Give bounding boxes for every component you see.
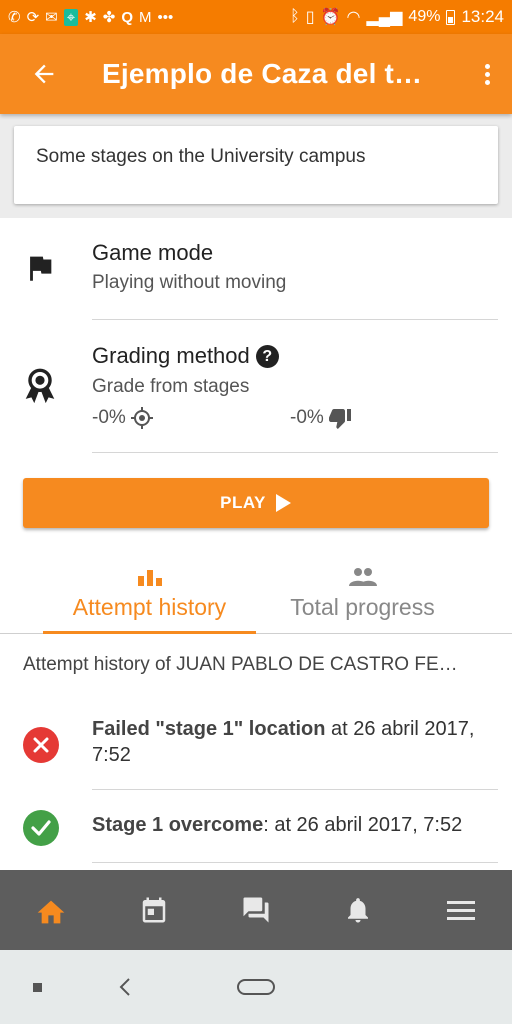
tab-total-progress-label: Total progress	[290, 594, 435, 620]
history-item-title: Stage 1 overcome	[92, 814, 264, 836]
error-icon	[23, 727, 59, 763]
system-back-icon	[119, 978, 130, 996]
back-button[interactable]	[14, 34, 74, 114]
history-header: Attempt history of JUAN PABLO DE CASTRO …	[23, 654, 458, 675]
system-back-button[interactable]	[108, 950, 142, 1024]
fan-icon: ✤	[102, 9, 116, 26]
flag-icon	[22, 250, 58, 286]
people-icon	[348, 568, 377, 586]
fail-penalty: -0%	[290, 406, 352, 430]
recents-button[interactable]	[20, 950, 54, 1024]
active-tab-indicator	[43, 631, 256, 634]
arrow-back-icon	[34, 64, 54, 84]
clock: 13:24	[461, 7, 504, 26]
calendar-icon	[142, 897, 165, 923]
gmail-icon: M	[139, 8, 152, 26]
tasks-icon: ✱	[84, 9, 97, 26]
thumb-down-icon	[328, 409, 351, 429]
history-item: Stage 1 overcome: at 26 abril 2017, 7:52	[0, 790, 512, 864]
battery-percent: 49%	[408, 8, 441, 25]
grading-method-row: Grading method? Grade from stages -0% -0…	[0, 320, 512, 454]
system-home-button[interactable]	[232, 950, 280, 1024]
status-bar: ✆ ⟳ ✉ ⌖ ✱ ✤ Q M ••• ᛒ ▯ ⏰ ◠ ▂▄▆ 49% 13:2…	[0, 0, 512, 34]
wifi-icon: ◠	[346, 9, 361, 26]
grading-method-value: Grade from stages	[92, 376, 250, 397]
divider	[92, 452, 498, 453]
app-bar: Ejemplo de Caza del t…	[0, 34, 512, 114]
overflow-menu-button[interactable]	[462, 34, 512, 114]
notifications-icon	[348, 898, 369, 923]
more-notifications-icon: •••	[157, 8, 174, 26]
nav-home[interactable]	[0, 870, 102, 950]
notification-icons: ✆ ⟳ ✉ ⌖ ✱ ✤ Q M •••	[8, 8, 290, 26]
quora-icon: Q	[121, 8, 134, 26]
game-mode-value: Playing without moving	[92, 272, 287, 293]
history-item-detail: : at 26 abril 2017, 7:52	[263, 814, 463, 836]
fail-penalty-value: -0%	[290, 407, 324, 428]
divider	[92, 862, 498, 863]
home-icon	[37, 900, 65, 924]
grading-title-row: Grading method?	[92, 343, 279, 369]
battery-icon	[446, 9, 456, 25]
help-icon[interactable]: ?	[255, 345, 279, 368]
check-icon	[23, 810, 59, 846]
play-button-label: PLAY	[220, 493, 266, 512]
location-penalty: -0%	[92, 406, 154, 430]
location-app-icon: ⌖	[63, 8, 79, 26]
alarm-icon: ⏰	[320, 9, 341, 26]
game-mode-row: Game mode Playing without moving	[0, 218, 512, 320]
play-icon	[275, 494, 291, 512]
system-navigation-bar	[0, 950, 512, 1024]
history-item-text: Failed "stage 1" location at 26 abril 20…	[92, 716, 496, 768]
more-vert-icon	[484, 61, 490, 88]
system-home-icon	[237, 979, 275, 995]
messages-icon	[243, 897, 269, 923]
signal-icon: ▂▄▆	[366, 9, 403, 26]
description-area: Some stages on the University campus	[0, 114, 512, 218]
game-mode-title: Game mode	[92, 240, 214, 265]
award-icon	[22, 368, 58, 404]
nav-notifications[interactable]	[307, 870, 409, 950]
bar-chart-icon	[137, 570, 162, 586]
history-item-title: Failed "stage 1" location	[92, 718, 326, 740]
vibrate-icon: ▯	[305, 9, 315, 26]
bottom-navigation	[0, 870, 512, 950]
tab-total-progress[interactable]: Total progress	[256, 560, 469, 634]
recents-icon	[32, 982, 42, 992]
history-item: Failed "stage 1" location at 26 abril 20…	[0, 712, 512, 790]
nav-menu[interactable]	[410, 870, 512, 950]
mail-icon: ✉	[45, 9, 58, 26]
tab-attempt-history[interactable]: Attempt history	[43, 560, 256, 634]
history-item-text: Stage 1 overcome: at 26 abril 2017, 7:52	[92, 812, 496, 838]
bluetooth-icon: ᛒ	[290, 8, 300, 25]
whatsapp-icon: ✆	[8, 9, 21, 26]
tab-attempt-history-label: Attempt history	[72, 594, 227, 620]
location-penalty-value: -0%	[92, 407, 126, 428]
sync-icon: ⟳	[26, 9, 40, 26]
grading-method-title: Grading method	[92, 343, 250, 368]
nav-calendar[interactable]	[102, 870, 204, 950]
tab-bar: Attempt history Total progress	[0, 560, 512, 634]
nav-messages[interactable]	[205, 870, 307, 950]
play-button[interactable]: PLAY	[23, 478, 489, 528]
gps-target-icon	[130, 407, 153, 429]
page-title: Ejemplo de Caza del t…	[102, 58, 423, 89]
menu-icon	[446, 901, 475, 920]
description-card: Some stages on the University campus	[14, 126, 498, 204]
